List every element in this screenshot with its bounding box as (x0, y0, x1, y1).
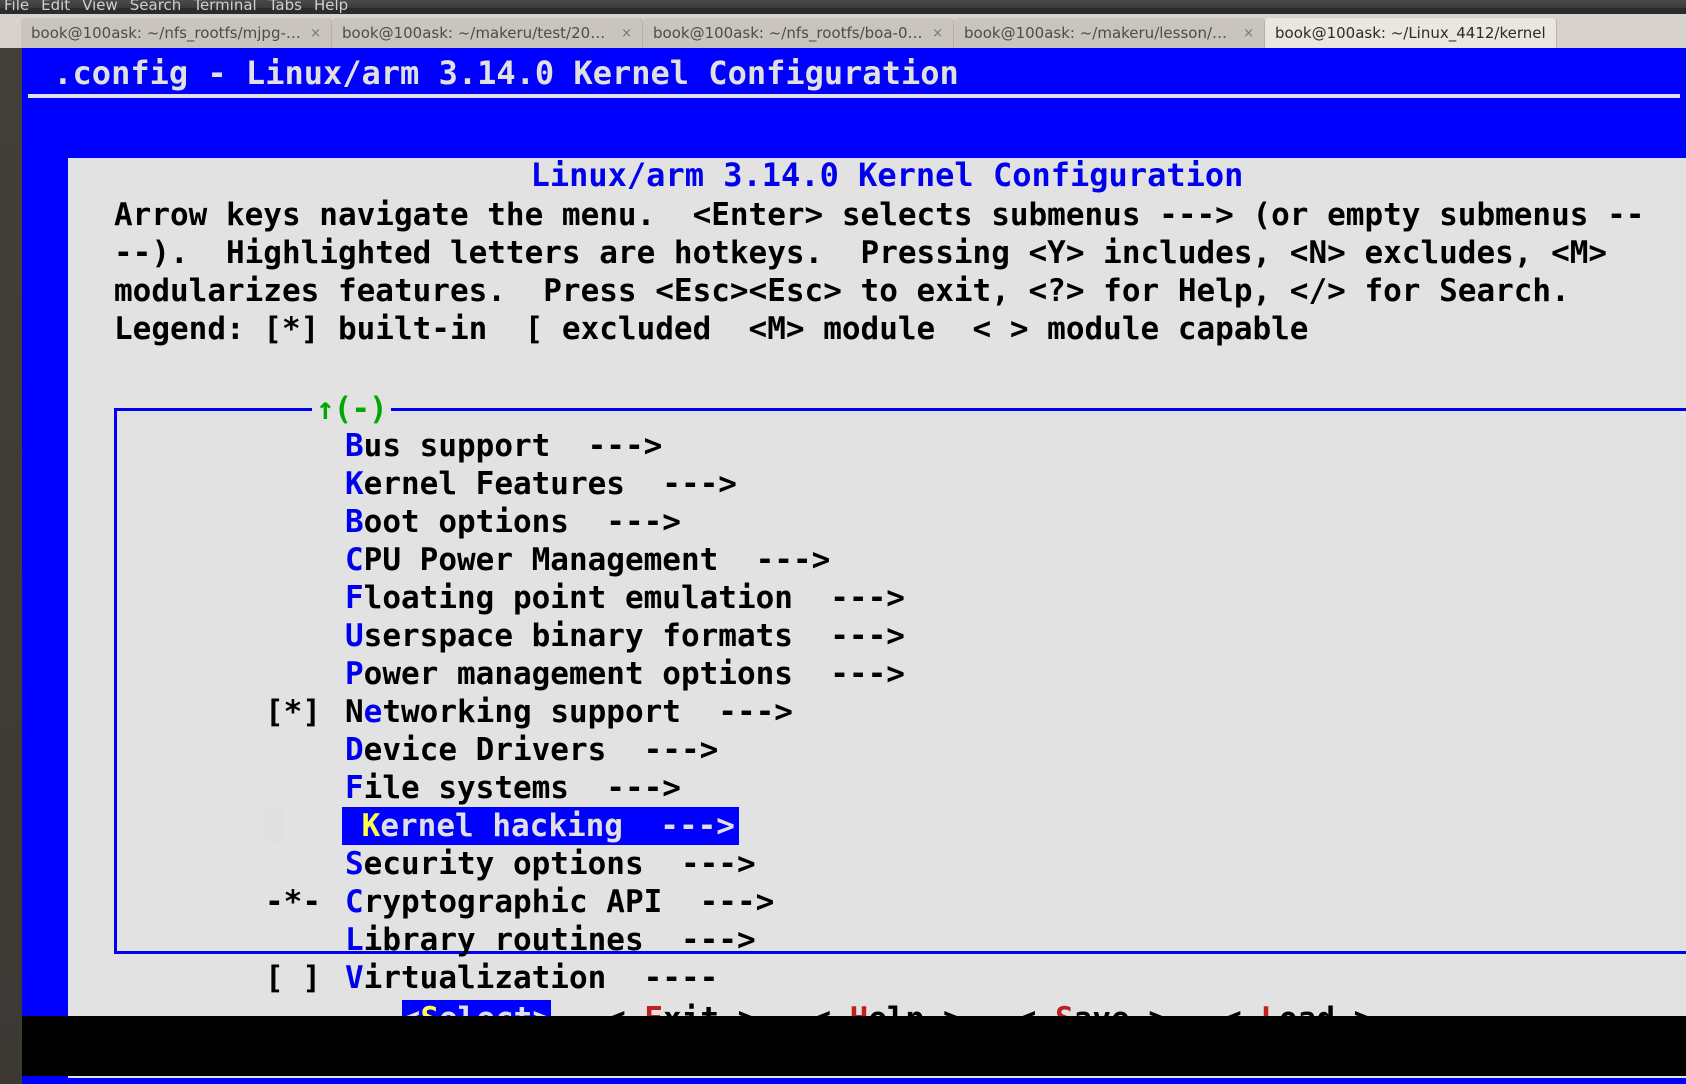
hotkey-letter: e (364, 694, 383, 730)
menu-item-12[interactable]: -*- Cryptographic API ---> (117, 883, 1686, 921)
menu-item-prefix (265, 579, 345, 617)
hotkey-letter: P (345, 656, 364, 692)
menu-item-label: Kernel hacking ---> (342, 807, 739, 845)
menu-item-label: Power management options ---> (345, 655, 909, 693)
menu-item-label: Cryptographic API ---> (345, 883, 778, 921)
menu-item-label: Floating point emulation ---> (345, 579, 909, 617)
tab-4[interactable]: book@100ask: ~/Linux_4412/kernel (1265, 18, 1557, 48)
hotkey-letter: K (345, 466, 364, 502)
hotkey-letter: B (345, 428, 364, 464)
scroll-indicator-up: ↑(-) (312, 390, 391, 428)
menuconfig-dialog: Linux/arm 3.14.0 Kernel Configuration Ar… (68, 158, 1686, 1078)
menu-item-label: CPU Power Management ---> (345, 541, 834, 579)
menu-item-prefix (265, 731, 345, 769)
menu-item-label: Userspace binary formats ---> (345, 617, 909, 655)
terminal-bottom-strip (22, 1016, 1686, 1076)
hotkey-letter: C (345, 884, 364, 920)
tab-label: book@100ask: ~/makeru/lesson/13/stage/st… (964, 24, 1235, 42)
hotkey-letter: S (345, 846, 364, 882)
menu-item-prefix (284, 807, 342, 845)
menu-item-1[interactable]: Kernel Features ---> (117, 465, 1686, 503)
menu-tabs[interactable]: Tabs (269, 0, 302, 17)
menu-item-prefix: [ ] (265, 959, 345, 997)
menu-item-label: File systems ---> (345, 769, 685, 807)
hotkey-letter: B (345, 504, 364, 540)
menu-item-prefix (265, 655, 345, 693)
menu-item-prefix: [*] (265, 693, 345, 731)
hotkey-letter: K (362, 808, 381, 844)
menu-frame: ↑(-) Bus support ---> Kernel Features --… (114, 408, 1686, 954)
menu-item-prefix (265, 503, 345, 541)
menu-item-label: Library routines ---> (345, 921, 760, 959)
menu-item-prefix (265, 921, 345, 959)
menu-item-8[interactable]: Device Drivers ---> (117, 731, 1686, 769)
menu-item-label: Kernel Features ---> (345, 465, 741, 503)
menu-item-prefix (265, 541, 345, 579)
menu-item-5[interactable]: Userspace binary formats ---> (117, 617, 1686, 655)
menu-item-label: Virtualization ---- (345, 959, 722, 997)
menu-item-3[interactable]: CPU Power Management ---> (117, 541, 1686, 579)
menu-item-label: Boot options ---> (345, 503, 685, 541)
menu-item-prefix (265, 769, 345, 807)
menu-item-label: Bus support ---> (345, 427, 666, 465)
menu-item-11[interactable]: Security options ---> (117, 845, 1686, 883)
tab-0[interactable]: book@100ask: ~/nfs_rootfs/mjpg-streamer/… (21, 18, 332, 48)
tab-2[interactable]: book@100ask: ~/nfs_rootfs/boa-0.94.13/sr… (643, 18, 954, 48)
menu-help[interactable]: Help (314, 0, 348, 17)
dialog-title: Linux/arm 3.14.0 Kernel Configuration (68, 156, 1686, 194)
menu-file[interactable]: File (4, 0, 29, 17)
hotkey-letter: F (345, 580, 364, 616)
close-icon[interactable]: × (932, 26, 943, 41)
menu-item-list: Bus support ---> Kernel Features ---> Bo… (117, 411, 1686, 997)
menu-item-label: Security options ---> (345, 845, 760, 883)
terminal-title: .config - Linux/arm 3.14.0 Kernel Config… (22, 48, 1686, 92)
menu-item-10[interactable]: Kernel hacking ---> (117, 807, 1686, 845)
tab-3[interactable]: book@100ask: ~/makeru/lesson/13/stage/st… (954, 18, 1265, 48)
menu-item-9[interactable]: File systems ---> (117, 769, 1686, 807)
menu-item-prefix (265, 465, 345, 503)
hotkey-letter: D (345, 732, 364, 768)
title-underline (28, 94, 1680, 98)
menu-item-prefix (265, 845, 345, 883)
menu-edit[interactable]: Edit (41, 0, 70, 17)
hotkey-letter: C (345, 542, 364, 578)
menu-item-4[interactable]: Floating point emulation ---> (117, 579, 1686, 617)
menu-item-0[interactable]: Bus support ---> (117, 427, 1686, 465)
tab-label: book@100ask: ~/makeru/test/2023/12/8 (342, 24, 613, 42)
menu-item-13[interactable]: Library routines ---> (117, 921, 1686, 959)
menu-item-7[interactable]: [*] Networking support ---> (117, 693, 1686, 731)
launcher-pane (0, 48, 22, 1084)
menu-item-2[interactable]: Boot options ---> (117, 503, 1686, 541)
menu-item-prefix (265, 427, 345, 465)
menu-view[interactable]: View (82, 0, 118, 17)
menu-item-label: Networking support ---> (345, 693, 797, 731)
menu-terminal[interactable]: Terminal (193, 0, 256, 17)
hotkey-letter: U (345, 618, 364, 654)
tab-label: book@100ask: ~/Linux_4412/kernel (1275, 24, 1546, 42)
tab-label: book@100ask: ~/nfs_rootfs/mjpg-streamer/… (31, 24, 302, 42)
close-icon[interactable]: × (310, 26, 321, 41)
selection-block (265, 807, 284, 845)
tab-strip: book@100ask: ~/nfs_rootfs/mjpg-streamer/… (0, 14, 1686, 49)
tab-label: book@100ask: ~/nfs_rootfs/boa-0.94.13/sr… (653, 24, 924, 42)
menu-item-prefix: -*- (265, 883, 345, 921)
tab-1[interactable]: book@100ask: ~/makeru/test/2023/12/8 × (332, 18, 643, 48)
menubar[interactable]: File Edit View Search Terminal Tabs Help (0, 0, 1686, 8)
menu-item-14[interactable]: [ ] Virtualization ---- (117, 959, 1686, 997)
hotkey-letter: L (345, 922, 364, 958)
help-text: Arrow keys navigate the menu. <Enter> se… (68, 196, 1686, 348)
menu-search[interactable]: Search (130, 0, 182, 17)
menu-item-prefix (265, 617, 345, 655)
hotkey-letter: V (345, 960, 364, 996)
hotkey-letter: F (345, 770, 364, 806)
close-icon[interactable]: × (1243, 26, 1254, 41)
close-icon[interactable]: × (621, 26, 632, 41)
menu-item-6[interactable]: Power management options ---> (117, 655, 1686, 693)
terminal-area[interactable]: .config - Linux/arm 3.14.0 Kernel Config… (22, 48, 1686, 1084)
menu-item-label: Device Drivers ---> (345, 731, 722, 769)
